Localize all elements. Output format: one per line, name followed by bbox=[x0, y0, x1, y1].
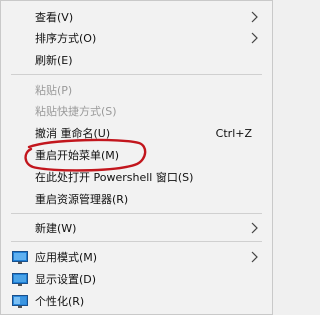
menu-item-restart-explorer-label: 重启资源管理器(R) bbox=[35, 193, 129, 206]
menu-item-new[interactable]: 新建(W) bbox=[1, 217, 272, 239]
context-menu: 查看(V) 排序方式(O) 刷新(E) 粘贴(P) 粘贴快捷方式(S) 撤消 重… bbox=[0, 0, 273, 315]
chevron-right-icon bbox=[251, 32, 258, 44]
menu-item-restart-start-menu[interactable]: 重启开始菜单(M) bbox=[1, 144, 272, 166]
chevron-right-icon bbox=[251, 11, 258, 23]
menu-item-restart-explorer[interactable]: 重启资源管理器(R) bbox=[1, 188, 272, 210]
display-icon bbox=[12, 272, 28, 286]
shortcut-hint: Ctrl+Z bbox=[215, 126, 252, 140]
menu-item-display-settings-label: 显示设置(D) bbox=[35, 273, 97, 286]
menu-item-display-settings[interactable]: 显示设置(D) bbox=[1, 268, 272, 290]
menu-item-paste: 粘贴(P) bbox=[1, 79, 272, 101]
menu-item-new-label: 新建(W) bbox=[35, 222, 77, 235]
menu-item-personalize[interactable]: 个性化(R) bbox=[1, 290, 272, 312]
menu-item-app-mode[interactable]: 应用模式(M) bbox=[1, 246, 272, 268]
menu-item-undo-rename[interactable]: 撤消 重命名(U) Ctrl+Z bbox=[1, 122, 272, 144]
menu-separator bbox=[11, 241, 262, 242]
menu-item-sort-label: 排序方式(O) bbox=[35, 32, 97, 45]
chevron-right-icon bbox=[251, 251, 258, 263]
menu-item-refresh[interactable]: 刷新(E) bbox=[1, 49, 272, 71]
menu-separator bbox=[11, 213, 262, 214]
menu-item-refresh-label: 刷新(E) bbox=[35, 54, 73, 67]
menu-item-view-label: 查看(V) bbox=[35, 11, 74, 24]
menu-item-open-powershell[interactable]: 在此处打开 Powershell 窗口(S) bbox=[1, 166, 272, 188]
menu-item-paste-shortcut: 粘贴快捷方式(S) bbox=[1, 100, 272, 122]
menu-item-personalize-label: 个性化(R) bbox=[35, 295, 85, 308]
menu-item-restart-start-menu-label: 重启开始菜单(M) bbox=[35, 149, 120, 162]
menu-item-app-mode-label: 应用模式(M) bbox=[35, 251, 98, 264]
chevron-right-icon bbox=[251, 222, 258, 234]
menu-item-sort[interactable]: 排序方式(O) bbox=[1, 27, 272, 49]
menu-item-open-powershell-label: 在此处打开 Powershell 窗口(S) bbox=[35, 171, 194, 184]
menu-item-undo-rename-label: 撤消 重命名(U) bbox=[35, 127, 111, 140]
personalize-icon bbox=[12, 294, 28, 308]
app-mode-icon bbox=[12, 250, 28, 264]
menu-separator bbox=[11, 74, 262, 75]
menu-item-paste-shortcut-label: 粘贴快捷方式(S) bbox=[35, 105, 117, 118]
menu-item-paste-label: 粘贴(P) bbox=[35, 84, 73, 97]
menu-item-view[interactable]: 查看(V) bbox=[1, 6, 272, 28]
